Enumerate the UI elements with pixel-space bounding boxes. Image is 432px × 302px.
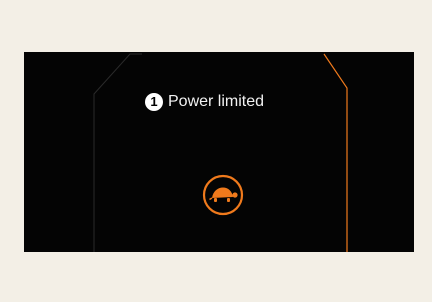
turtle-icon: [202, 174, 244, 216]
gauge-outline-right: [323, 53, 348, 252]
notice-text: Power limited: [168, 93, 265, 110]
gauge-outline-left: [93, 53, 142, 252]
notice-number-badge: 1: [145, 93, 163, 111]
display-frame: [93, 53, 348, 252]
instrument-display: 1 Power limited: [24, 52, 414, 252]
power-limited-notice: 1 Power limited: [145, 92, 264, 112]
